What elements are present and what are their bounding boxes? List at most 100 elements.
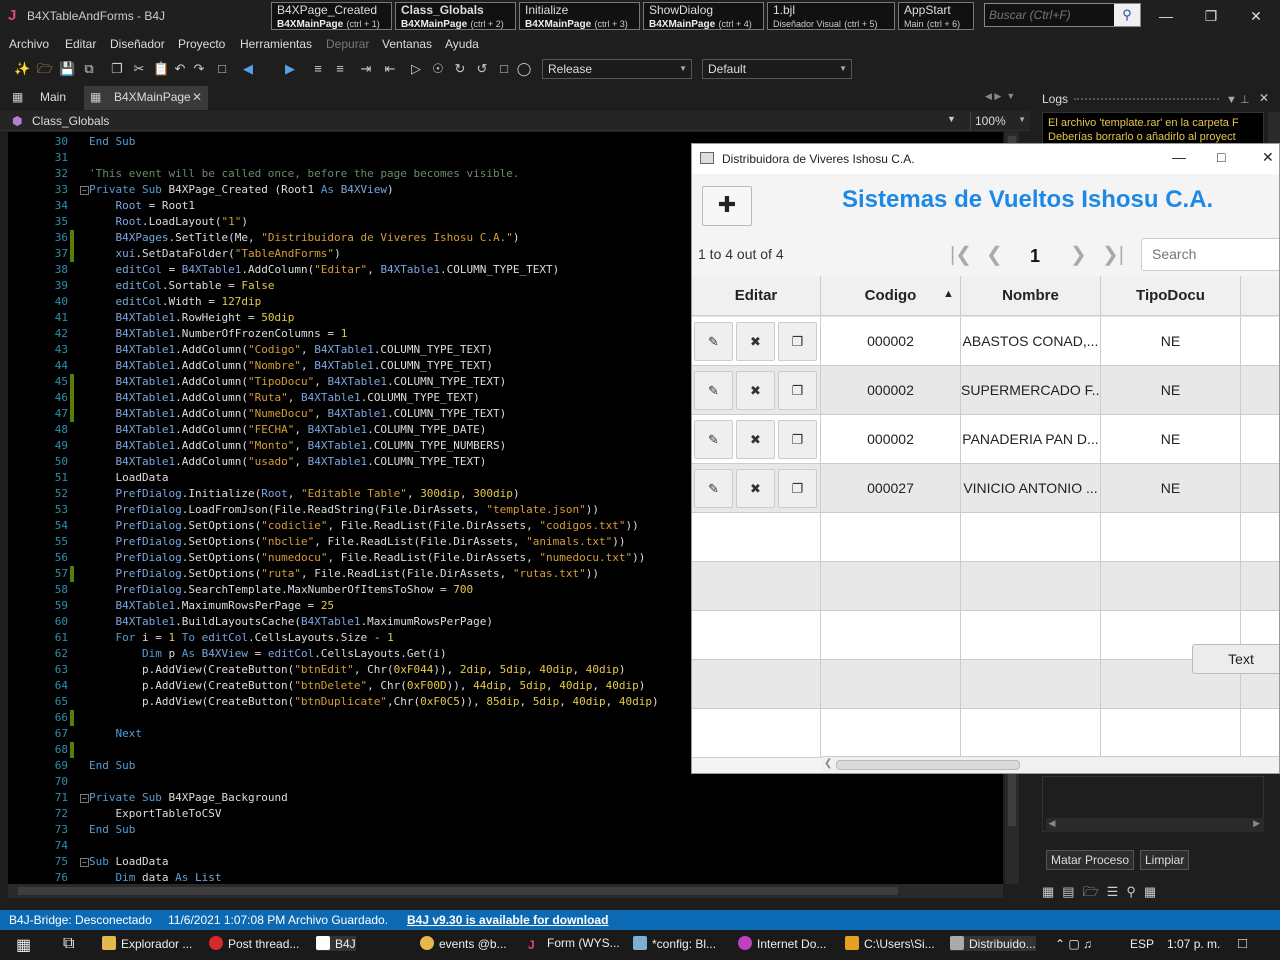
menu-herramientas[interactable]: Herramientas (240, 37, 312, 51)
code-line[interactable]: PrefDialog.SetOptions("nbclie", File.Rea… (89, 535, 626, 548)
save-all-icon[interactable]: ⧉ (81, 61, 97, 77)
search-input[interactable] (985, 4, 1115, 26)
code-line[interactable]: B4XTable1.AddColumn("Monto", B4XTable1.C… (89, 439, 507, 452)
taskbar-cmd[interactable]: C:\Users\Si... (845, 936, 935, 951)
code-line[interactable]: B4XTable1.AddColumn("NumeDocu", B4XTable… (89, 407, 507, 420)
table-row[interactable] (692, 709, 1279, 758)
delete-icon[interactable]: ✖ (736, 469, 775, 508)
quick-tab-1bjl[interactable]: 1.bjl Diseñador Visual (ctrl + 5) (767, 2, 895, 30)
edit-icon[interactable]: ✎ (694, 322, 733, 361)
delete-icon[interactable]: ✖ (736, 420, 775, 459)
indent-icon[interactable]: ⇥ (358, 61, 374, 77)
delete-icon[interactable]: ✖ (736, 322, 775, 361)
table-row[interactable]: ✎ ✖ ❐ 000002 SUPERMERCADO F... NE (692, 366, 1279, 415)
code-line[interactable]: PrefDialog.LoadFromJson(File.ReadString(… (89, 503, 599, 516)
search-icon[interactable]: ⚲ (1114, 4, 1140, 26)
column-header-tipodocu[interactable]: TipoDocu (1101, 276, 1241, 316)
code-line[interactable]: PrefDialog.SearchTemplate.MaxNumberOfIte… (89, 583, 474, 596)
taskbar-b4j[interactable]: B4J (316, 936, 356, 951)
table-row[interactable] (692, 562, 1279, 611)
code-line[interactable]: 'This event will be called once, before … (89, 167, 519, 180)
duplicate-icon[interactable]: ❐ (778, 322, 817, 361)
code-line[interactable]: editCol.Sortable = False (89, 279, 275, 292)
restore-icon[interactable]: ❐ (1200, 8, 1222, 25)
table-horizontal-scrollbar[interactable]: ❮ (822, 756, 1279, 772)
next-page-icon[interactable]: ❯ (1070, 242, 1087, 267)
save-icon[interactable]: 💾 (59, 61, 75, 77)
code-line[interactable]: PrefDialog.SetOptions("codiclie", File.R… (89, 519, 639, 532)
add-button[interactable]: ✚ (702, 186, 752, 226)
redo-icon[interactable]: ↷ (191, 61, 207, 77)
code-line[interactable]: Root.LoadLayout("1") (89, 215, 248, 228)
code-line[interactable]: B4XTable1.NumberOfFrozenColumns = 1 (89, 327, 348, 340)
quick-tab-showdialog[interactable]: ShowDialog B4XMainPage (ctrl + 4) (643, 2, 764, 30)
code-line[interactable]: editCol = B4XTable1.AddColumn("Editar", … (89, 263, 560, 276)
debug-icon[interactable]: ☉ (430, 61, 446, 77)
code-line[interactable]: Dim data As List (89, 871, 222, 884)
paste-icon[interactable]: 📋 (153, 61, 169, 77)
duplicate-icon[interactable]: ❐ (778, 469, 817, 508)
taskbar-internet[interactable]: Internet Do... (738, 936, 826, 951)
run-icon[interactable]: ▷ (408, 61, 424, 77)
code-line[interactable]: B4XTable1.AddColumn("Nombre", B4XTable1.… (89, 359, 494, 372)
menu-depurar[interactable]: Depurar (326, 37, 369, 51)
menu-ventanas[interactable]: Ventanas (382, 37, 432, 51)
clear-button[interactable]: Limpiar (1140, 850, 1190, 870)
first-page-icon[interactable]: |❮ (950, 242, 972, 267)
code-line[interactable]: p.AddView(CreateButton("btnDuplicate",Ch… (89, 695, 659, 708)
code-line[interactable]: B4XTable1.RowHeight = 50dip (89, 311, 295, 324)
forward-icon[interactable]: ▶ (282, 61, 298, 77)
cut-icon[interactable]: ✂ (131, 61, 147, 77)
taskbar-events[interactable]: events @b... (420, 936, 507, 951)
close-icon[interactable]: ✕ (1262, 149, 1274, 166)
code-line[interactable]: B4XPages.SetTitle(Me, "Distribuidora de … (89, 231, 520, 244)
taskbar-explorer[interactable]: Explorador ... (102, 936, 192, 951)
uncomment-icon[interactable]: ≡ (332, 61, 348, 77)
open-folder-icon[interactable]: 🗁 (37, 61, 53, 77)
duplicate-icon[interactable]: ❐ (778, 371, 817, 410)
taskbar-distribuidora[interactable]: Distribuido... (950, 936, 1036, 951)
code-line[interactable]: xui.SetDataFolder("TableAndForms") (89, 247, 341, 260)
table-row[interactable]: ✎ ✖ ❐ 000002 PANADERIA PAN D... NE (692, 415, 1279, 464)
code-line[interactable]: Dim p As B4XView = editCol.CellsLayouts.… (89, 647, 447, 660)
menu-ayuda[interactable]: Ayuda (445, 37, 479, 51)
code-line[interactable]: B4XTable1.MaximumRowsPerPage = 25 (89, 599, 335, 612)
maximize-icon[interactable]: □ (1217, 149, 1225, 165)
code-line[interactable]: PrefDialog.SetOptions("numedocu", File.R… (89, 551, 646, 564)
code-line[interactable]: Root = Root1 (89, 199, 195, 212)
panel-options-icon[interactable]: ▼ ⊥ (1226, 93, 1250, 106)
close-icon[interactable]: ✕ (1245, 8, 1267, 25)
code-line[interactable]: p.AddView(CreateButton("btnDelete", Chr(… (89, 679, 645, 692)
table-search-input[interactable] (1142, 239, 1279, 269)
fold-toggle-icon[interactable]: − (80, 794, 89, 803)
code-line[interactable]: p.AddView(CreateButton("btnEdit", Chr(0x… (89, 663, 626, 676)
code-line[interactable]: ExportTableToCSV (89, 807, 221, 820)
minimize-icon[interactable]: — (1155, 8, 1177, 24)
editor-horizontal-scrollbar[interactable] (8, 884, 1003, 898)
code-line[interactable]: For i = 1 To editCol.CellsLayouts.Size -… (89, 631, 394, 644)
bookmark-icon[interactable]: □ (214, 61, 230, 77)
panel-tabs-icons[interactable]: ▦▤🗁☰⚲▦ (1042, 883, 1164, 905)
comment-icon[interactable]: ≡ (310, 61, 326, 77)
copy-icon[interactable]: ❐ (109, 61, 125, 77)
menu-archivo[interactable]: Archivo (9, 37, 49, 51)
stop-icon[interactable]: □ (496, 61, 512, 77)
outdent-icon[interactable]: ⇤ (382, 61, 398, 77)
clock[interactable]: 1:07 p. m. (1167, 937, 1220, 951)
code-line[interactable]: Sub LoadData (89, 855, 168, 868)
fold-toggle-icon[interactable]: − (80, 186, 89, 195)
code-line[interactable]: End Sub (89, 759, 135, 772)
column-header-nombre[interactable]: Nombre (961, 276, 1101, 316)
scroll-thumb[interactable] (18, 887, 898, 895)
edit-icon[interactable]: ✎ (694, 371, 733, 410)
drag-grip[interactable] (1074, 98, 1219, 102)
taskbar-form[interactable]: J Form (WYS... (528, 936, 620, 952)
code-line[interactable]: PrefDialog.SetOptions("ruta", File.ReadL… (89, 567, 600, 580)
code-line[interactable]: B4XTable1.AddColumn("Ruta", B4XTable1.CO… (89, 391, 480, 404)
back-icon[interactable]: ◀ (240, 61, 256, 77)
column-header-codigo[interactable]: Codigo ▲ (821, 276, 961, 316)
table-row[interactable]: ✎ ✖ ❐ 000002 ABASTOS CONAD,... NE (692, 317, 1279, 366)
tab-b4xmainpage[interactable]: ▦ B4XMainPage ✕ (84, 86, 208, 110)
quick-tab-appstart[interactable]: AppStart Main (ctrl + 6) (898, 2, 974, 30)
menu-proyecto[interactable]: Proyecto (178, 37, 225, 51)
